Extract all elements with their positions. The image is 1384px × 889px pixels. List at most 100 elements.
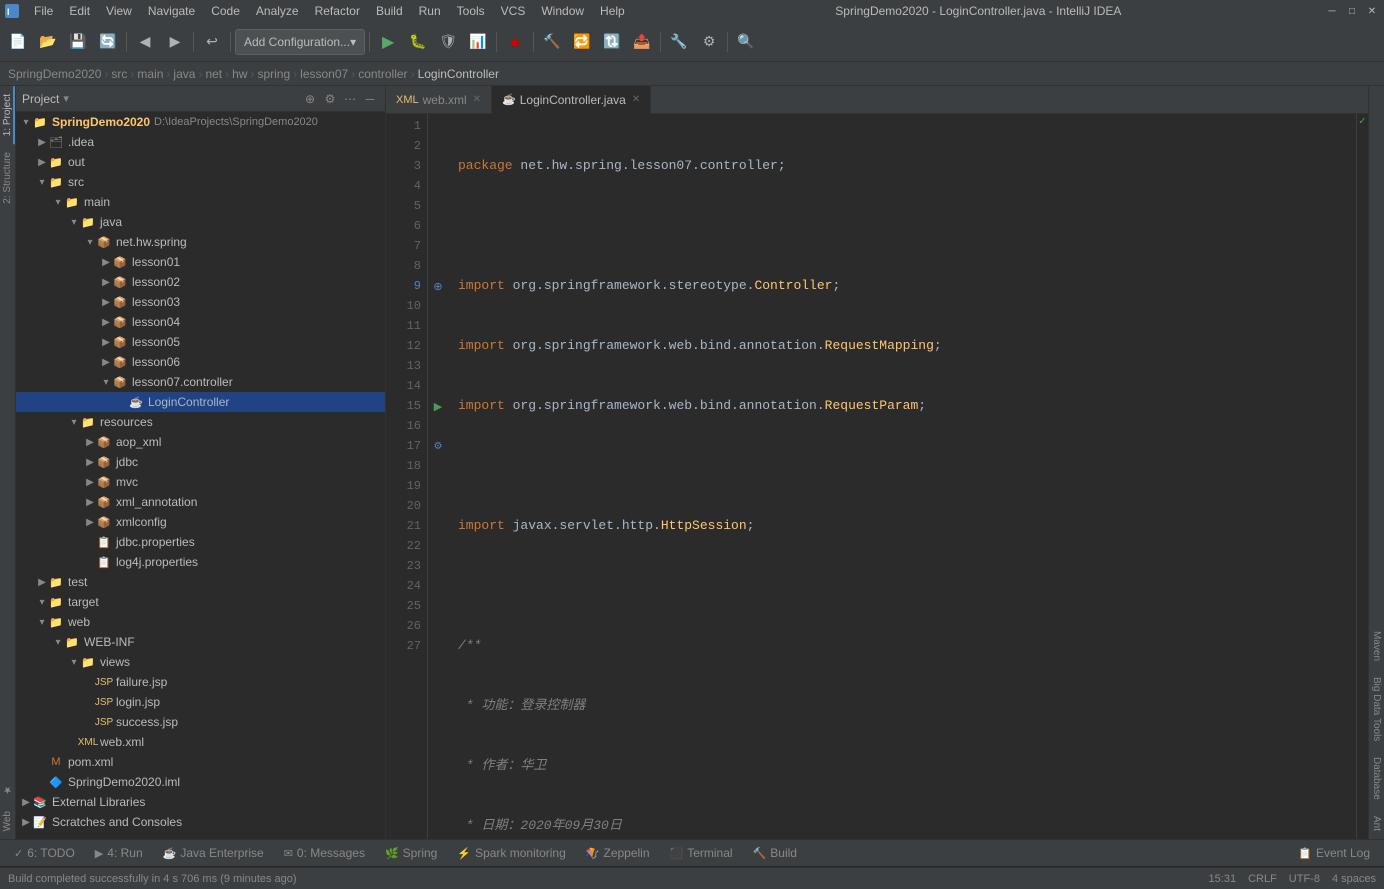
sdk-button[interactable]: 🔧 <box>665 28 693 56</box>
new-file-button[interactable]: 📄 <box>4 28 32 56</box>
right-tab-bigdata[interactable]: Big Data Tools <box>1369 669 1384 749</box>
tree-test[interactable]: ▶ 📁 test <box>16 572 385 592</box>
tree-xmlconfig[interactable]: ▶ 📦 xmlconfig <box>16 512 385 532</box>
bottom-tab-event-log[interactable]: 📋 Event Log <box>1288 839 1380 867</box>
run-config-dropdown[interactable]: Add Configuration... ▾ <box>235 29 365 55</box>
build-button[interactable]: 🔨 <box>538 28 566 56</box>
tree-web[interactable]: ▾ 📁 web <box>16 612 385 632</box>
breadcrumb-net[interactable]: net <box>205 67 222 81</box>
tab-login-controller[interactable]: ☕ LoginController.java ✕ <box>492 86 651 114</box>
bottom-tab-java-enterprise[interactable]: ☕ Java Enterprise <box>153 839 274 867</box>
tree-net-hw-spring[interactable]: ▾ 📦 net.hw.spring <box>16 232 385 252</box>
update-button[interactable]: 🔃 <box>598 28 626 56</box>
bottom-tab-spark[interactable]: ⚡ Spark monitoring <box>447 839 575 867</box>
tree-mvc[interactable]: ▶ 📦 mvc <box>16 472 385 492</box>
tree-out[interactable]: ▶ 📁 out <box>16 152 385 172</box>
project-tree[interactable]: ▾ 📁 SpringDemo2020 D:\IdeaProjects\Sprin… <box>16 112 385 839</box>
right-tab-maven[interactable]: Maven <box>1369 623 1384 669</box>
coverage-button[interactable]: 🛡 <box>434 28 462 56</box>
tree-lesson04[interactable]: ▶ 📦 lesson04 <box>16 312 385 332</box>
undo-button[interactable]: ↩ <box>198 28 226 56</box>
tree-failure-jsp[interactable]: JSP failure.jsp <box>16 672 385 692</box>
tree-webinf[interactable]: ▾ 📁 WEB-INF <box>16 632 385 652</box>
breadcrumb-controller[interactable]: controller <box>358 67 407 81</box>
bottom-tab-zeppelin[interactable]: 🪁 Zeppelin <box>576 839 660 867</box>
close-button[interactable]: ✕ <box>1364 3 1380 19</box>
panel-add-btn[interactable]: ⊕ <box>301 90 319 108</box>
bottom-tab-spring[interactable]: 🌿 Spring <box>375 839 447 867</box>
code-content[interactable]: package net.hw.spring.lesson07.controlle… <box>448 114 1356 839</box>
tree-src[interactable]: ▾ 📁 src <box>16 172 385 192</box>
tree-main[interactable]: ▾ 📁 main <box>16 192 385 212</box>
menu-refactor[interactable]: Refactor <box>307 0 368 22</box>
status-position[interactable]: 15:31 <box>1209 873 1237 885</box>
breadcrumb-src[interactable]: src <box>111 67 127 81</box>
vtab-web[interactable]: Web <box>0 803 15 839</box>
status-spaces[interactable]: 4 spaces <box>1332 873 1376 885</box>
tree-iml[interactable]: 🔷 SpringDemo2020.iml <box>16 772 385 792</box>
tree-idea[interactable]: ▶ 🗂 .idea <box>16 132 385 152</box>
menu-navigate[interactable]: Navigate <box>140 0 203 22</box>
panel-settings-btn[interactable]: ⋯ <box>341 90 359 108</box>
forward-button[interactable]: ▶ <box>161 28 189 56</box>
tree-lesson03[interactable]: ▶ 📦 lesson03 <box>16 292 385 312</box>
tree-jdbc-properties[interactable]: 📋 jdbc.properties <box>16 532 385 552</box>
bottom-tab-todo[interactable]: ✓ 6: TODO <box>4 839 85 867</box>
tree-ext-libs[interactable]: ▶ 📚 External Libraries <box>16 792 385 812</box>
run-button[interactable]: ▶ <box>374 28 402 56</box>
debug-button[interactable]: 🐛 <box>404 28 432 56</box>
tree-pom[interactable]: M pom.xml <box>16 752 385 772</box>
stop-button[interactable]: ■ <box>501 28 529 56</box>
tree-login-jsp[interactable]: JSP login.jsp <box>16 692 385 712</box>
bottom-tab-build[interactable]: 🔨 Build <box>743 839 807 867</box>
vtab-project[interactable]: 1: Project <box>0 86 15 144</box>
tree-lesson07-controller[interactable]: ▾ 📦 lesson07.controller <box>16 372 385 392</box>
sync-button[interactable]: 🔄 <box>94 28 122 56</box>
menu-file[interactable]: File <box>26 0 61 22</box>
vtab-favorites[interactable]: ★ <box>0 776 15 803</box>
tree-aop-xml[interactable]: ▶ 📦 aop_xml <box>16 432 385 452</box>
tab-close-web-xml[interactable]: ✕ <box>473 94 481 105</box>
tree-target[interactable]: ▾ 📁 target <box>16 592 385 612</box>
rebuild-button[interactable]: 🔁 <box>568 28 596 56</box>
breadcrumb-class[interactable]: LoginController <box>418 67 499 81</box>
minimize-button[interactable]: ─ <box>1324 3 1340 19</box>
profile-button[interactable]: 📊 <box>464 28 492 56</box>
search-everywhere-button[interactable]: 🔍 <box>732 28 760 56</box>
tree-views[interactable]: ▾ 📁 views <box>16 652 385 672</box>
tree-lesson05[interactable]: ▶ 📦 lesson05 <box>16 332 385 352</box>
settings-button[interactable]: ⚙ <box>695 28 723 56</box>
menu-tools[interactable]: Tools <box>449 0 493 22</box>
tab-close-login-controller[interactable]: ✕ <box>632 94 640 105</box>
menu-vcs[interactable]: VCS <box>493 0 534 22</box>
code-editor[interactable]: 1 2 3 4 5 6 7 8 9 10 11 12 13 14 15 16 1… <box>386 114 1368 839</box>
breadcrumb-project[interactable]: SpringDemo2020 <box>8 67 101 81</box>
menu-analyze[interactable]: Analyze <box>248 0 307 22</box>
status-encoding[interactable]: UTF-8 <box>1289 873 1320 885</box>
menu-build[interactable]: Build <box>368 0 411 22</box>
tree-resources[interactable]: ▾ 📁 resources <box>16 412 385 432</box>
tree-lesson02[interactable]: ▶ 📦 lesson02 <box>16 272 385 292</box>
tree-java[interactable]: ▾ 📁 java <box>16 212 385 232</box>
tree-success-jsp[interactable]: JSP success.jsp <box>16 712 385 732</box>
tree-login-controller[interactable]: ☕ LoginController <box>16 392 385 412</box>
panel-collapse-btn[interactable]: ─ <box>361 90 379 108</box>
menu-window[interactable]: Window <box>533 0 592 22</box>
bottom-tab-terminal[interactable]: ⬛ Terminal <box>660 839 743 867</box>
breadcrumb-hw[interactable]: hw <box>232 67 247 81</box>
save-all-button[interactable]: 💾 <box>64 28 92 56</box>
right-tab-database[interactable]: Database <box>1369 749 1384 808</box>
deploy-button[interactable]: 📤 <box>628 28 656 56</box>
tab-web-xml[interactable]: XML web.xml ✕ <box>386 86 492 114</box>
vtab-structure[interactable]: 2: Structure <box>0 144 15 212</box>
maximize-button[interactable]: □ <box>1344 3 1360 19</box>
menu-edit[interactable]: Edit <box>61 0 98 22</box>
tree-scratches[interactable]: ▶ 📝 Scratches and Consoles <box>16 812 385 832</box>
menu-view[interactable]: View <box>98 0 140 22</box>
menu-run[interactable]: Run <box>411 0 449 22</box>
bottom-tab-run[interactable]: ▶ 4: Run <box>85 839 153 867</box>
tree-web-xml[interactable]: XML web.xml <box>16 732 385 752</box>
breadcrumb-spring[interactable]: spring <box>257 67 290 81</box>
breadcrumb-main[interactable]: main <box>137 67 163 81</box>
menu-help[interactable]: Help <box>592 0 633 22</box>
